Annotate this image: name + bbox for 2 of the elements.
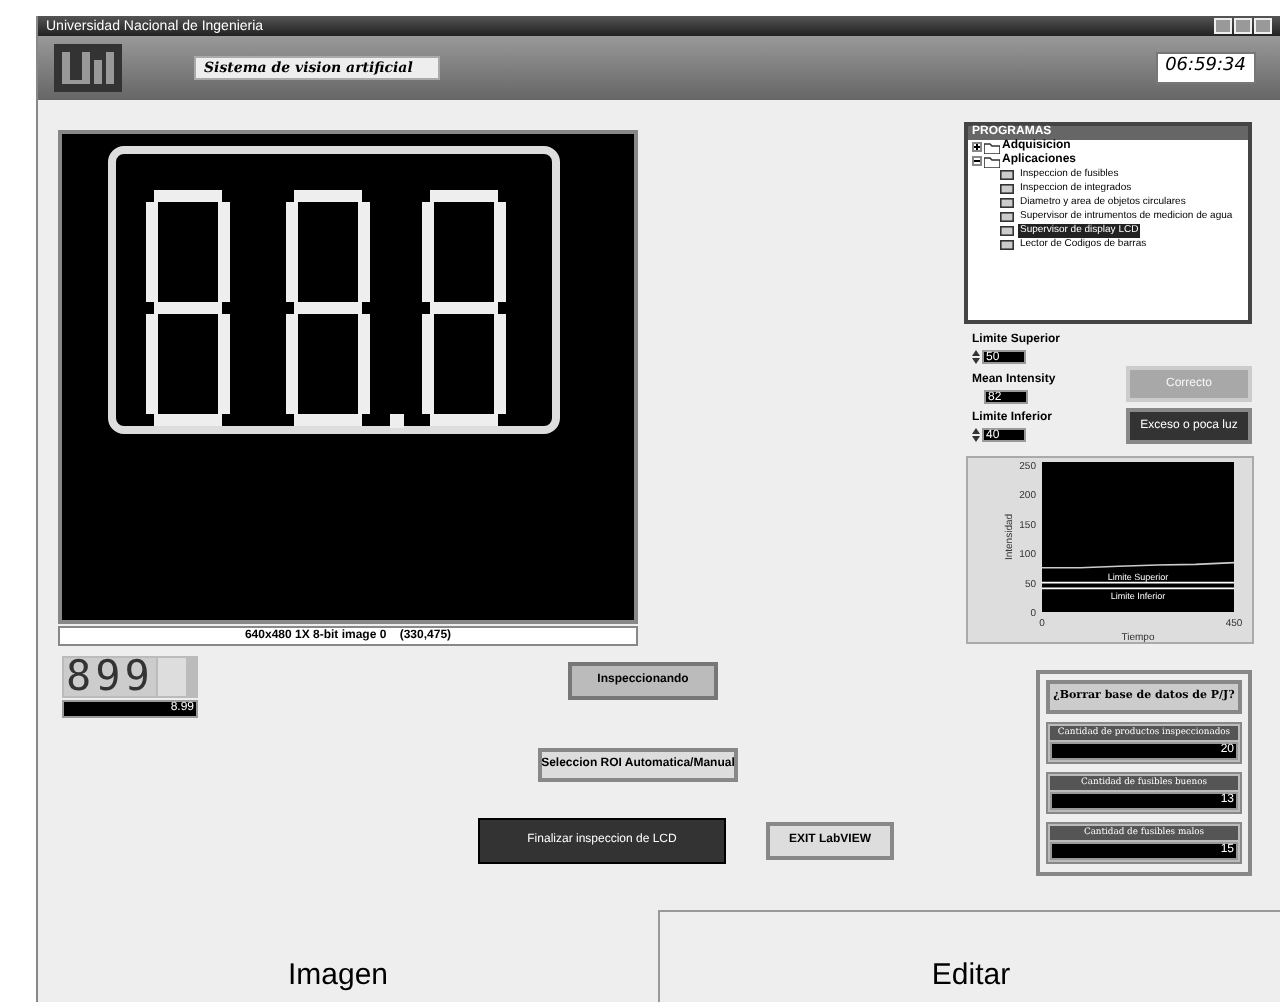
digit-readout: 899 [64, 658, 156, 696]
clock-display: 06:59:34 [1155, 52, 1256, 84]
